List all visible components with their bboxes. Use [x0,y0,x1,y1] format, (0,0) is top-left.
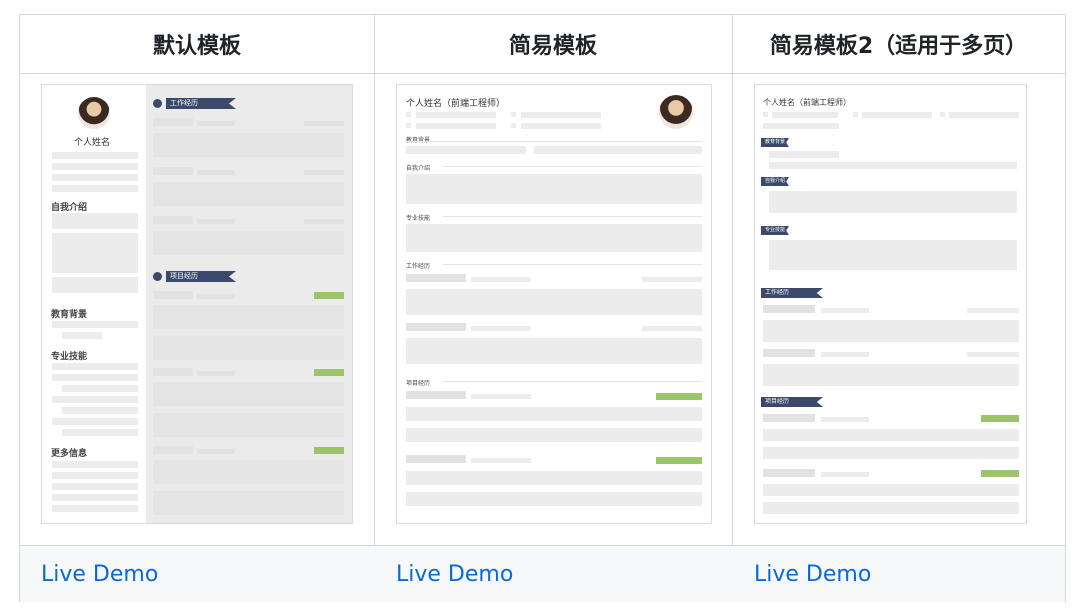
header-simple-template-2: 简易模板2（适用于多页） [732,15,1065,74]
live-demo-link-default[interactable]: Live Demo [41,546,158,603]
section-ribbon: 自我介绍 [761,177,789,186]
section-label: 自我介绍 [51,203,88,213]
section-label: 自我介绍 [406,165,431,172]
section-label: 教育背景 [406,135,430,144]
default-template-preview[interactable]: 个人姓名 自我介绍 教育背景 专业技能 更多信息 工作经历 项目经历 [41,84,353,524]
section-ribbon: 项目经历 [166,271,236,282]
header-default-template: 默认模板 [20,15,374,74]
section-label: 工作经历 [406,263,431,270]
header-label: 默认模板 [152,34,241,59]
live-demo-link-simple[interactable]: Live Demo [396,546,513,603]
section-label: 专业技能 [51,352,88,362]
section-label: 项目经历 [406,380,431,387]
section-ribbon: 项目经历 [761,397,823,407]
section-ribbon: 专业技能 [761,226,789,235]
section-label: 专业技能 [406,215,431,222]
header-simple-template: 简易模板 [374,15,732,74]
live-demo-link-simple-2[interactable]: Live Demo [754,546,871,603]
preview-name: 个人姓名 [74,138,111,148]
section-label: 教育背景 [51,310,88,320]
section-ribbon: 教育背景 [761,138,789,147]
avatar [78,97,110,129]
demo-row: Live Demo Live Demo Live Demo [20,545,1065,602]
section-label: 更多信息 [51,449,88,459]
preview-name: 个人姓名（前端工程师） [763,98,851,107]
preview-name: 个人姓名（前端工程师） [406,99,506,109]
simple-template-2-preview[interactable]: 个人姓名（前端工程师） 教育背景 自我介绍 专业技能 工作经历 项目经历 [754,84,1027,524]
simple-template-preview[interactable]: 个人姓名（前端工程师） 教育背景 自我介绍 专业技能 工作经历 [396,84,712,524]
header-label: 简易模板 [508,34,597,59]
preview-row: 个人姓名 自我介绍 教育背景 专业技能 更多信息 工作经历 项目经历 个人姓名（… [20,74,1065,545]
section-ribbon: 工作经历 [166,98,236,109]
avatar [659,95,693,129]
section-ribbon: 工作经历 [761,288,823,298]
header-label: 简易模板2（适用于多页） [769,34,1028,59]
templates-table: 默认模板 简易模板 简易模板2（适用于多页） 个人姓名 自我介绍 教育背景 专业… [19,14,1066,602]
